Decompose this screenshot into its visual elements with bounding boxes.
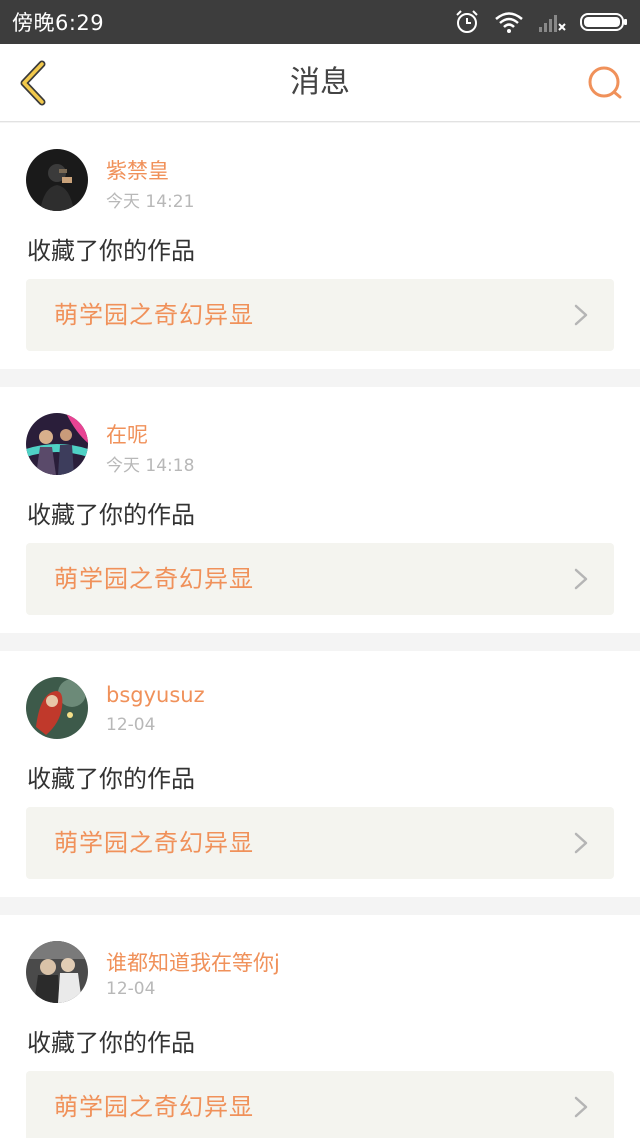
- avatar[interactable]: [26, 149, 88, 211]
- username[interactable]: 紫禁皇: [106, 155, 169, 185]
- work-title: 萌学园之奇幻异显: [54, 565, 254, 593]
- chevron-right-icon: [574, 832, 588, 854]
- message-time: 今天 14:18: [106, 456, 195, 476]
- chevron-right-icon: [574, 304, 588, 326]
- status-bar: 傍晚6:29: [0, 0, 640, 44]
- message-card: bsgyusuz 12-04 收藏了你的作品 萌学园之奇幻异显: [0, 651, 640, 897]
- status-time: 傍晚6:29: [12, 11, 105, 35]
- avatar[interactable]: [26, 941, 88, 1003]
- chevron-right-icon: [574, 1096, 588, 1118]
- chevron-right-icon: [574, 568, 588, 590]
- work-link[interactable]: 萌学园之奇幻异显: [26, 807, 614, 879]
- work-link[interactable]: 萌学园之奇幻异显: [26, 543, 614, 615]
- avatar-image: [26, 941, 88, 1003]
- wifi-icon: [495, 12, 523, 33]
- avatar[interactable]: [26, 677, 88, 739]
- action-text: 收藏了你的作品: [27, 765, 195, 793]
- signal-icon: [539, 15, 566, 32]
- username[interactable]: 谁都知道我在等你j: [106, 947, 280, 977]
- work-link[interactable]: 萌学园之奇幻异显: [26, 1071, 614, 1138]
- alarm-icon: [456, 10, 478, 33]
- work-title: 萌学园之奇幻异显: [54, 829, 254, 857]
- username[interactable]: bsgyusuz: [106, 683, 205, 707]
- status-icons: [454, 9, 628, 35]
- message-card: 在呢 今天 14:18 收藏了你的作品 萌学园之奇幻异显: [0, 387, 640, 633]
- message-time: 12-04: [106, 715, 156, 735]
- avatar-image: [26, 413, 88, 475]
- message-time: 今天 14:21: [106, 192, 195, 212]
- action-text: 收藏了你的作品: [27, 501, 195, 529]
- work-title: 萌学园之奇幻异显: [54, 1093, 254, 1121]
- message-card: 紫禁皇 今天 14:21 收藏了你的作品 萌学园之奇幻异显: [0, 123, 640, 369]
- avatar-image: [26, 149, 88, 211]
- search-button[interactable]: [586, 64, 624, 102]
- message-card: 谁都知道我在等你j 12-04 收藏了你的作品 萌学园之奇幻异显: [0, 915, 640, 1138]
- message-time: 12-04: [106, 979, 156, 999]
- work-title: 萌学园之奇幻异显: [54, 301, 254, 329]
- avatar-image: [26, 677, 88, 739]
- work-link[interactable]: 萌学园之奇幻异显: [26, 279, 614, 351]
- battery-icon: [580, 13, 627, 31]
- avatar[interactable]: [26, 413, 88, 475]
- action-text: 收藏了你的作品: [27, 237, 195, 265]
- action-text: 收藏了你的作品: [27, 1029, 195, 1057]
- page-title: 消息: [290, 65, 350, 100]
- nav-bar: 消息: [0, 44, 640, 122]
- username[interactable]: 在呢: [106, 419, 148, 449]
- search-icon: [588, 66, 622, 99]
- message-list: 紫禁皇 今天 14:21 收藏了你的作品 萌学园之奇幻异显 在呢 今天 14:1…: [0, 123, 640, 1138]
